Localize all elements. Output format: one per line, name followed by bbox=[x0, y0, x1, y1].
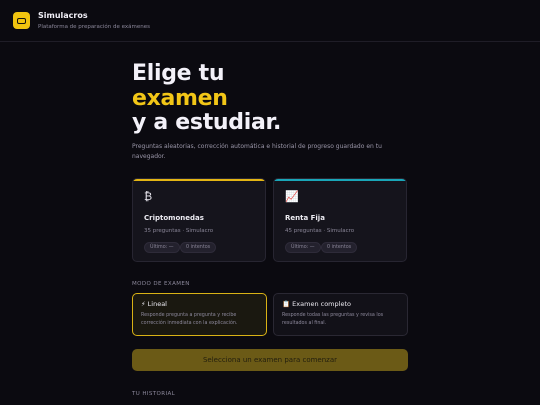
mode-option-title: 📋 Examen completo bbox=[282, 300, 351, 308]
app-subtitle: Plataforma de preparación de exámenes bbox=[38, 23, 150, 30]
app-logo-icon bbox=[13, 12, 30, 29]
exam-card-meta: 45 preguntas · Simulacro bbox=[285, 228, 355, 234]
bitcoin-icon: ₿ bbox=[144, 190, 153, 203]
exam-card-name: Renta Fija bbox=[285, 214, 325, 222]
app-title: Simulacros bbox=[38, 10, 88, 20]
mode-option-description: Responde todas las preguntas y revisa lo… bbox=[282, 313, 384, 326]
clipboard-icon: 📋 bbox=[282, 300, 291, 308]
exam-card-attempts-badge: 0 intentos bbox=[180, 242, 217, 253]
history-section-label: TU HISTORIAL bbox=[132, 391, 176, 397]
hero-line-1: Elige tu bbox=[132, 61, 225, 86]
hero-line-2: examen bbox=[132, 85, 228, 111]
app-header: Simulacros Plataforma de preparación de … bbox=[0, 0, 540, 42]
exam-card-attempts-badge: 0 intentos bbox=[321, 242, 358, 253]
exam-card-meta: 35 preguntas · Simulacro bbox=[144, 228, 214, 234]
exam-card-criptomonedas[interactable]: ₿ Criptomonedas 35 preguntas · Simulacro… bbox=[132, 178, 266, 262]
exam-card-name: Criptomonedas bbox=[144, 214, 204, 222]
mode-option-title: ⚡ Lineal bbox=[141, 300, 167, 308]
page-description: Preguntas aleatorias, corrección automát… bbox=[132, 143, 382, 160]
exam-card-accent-bar bbox=[274, 179, 406, 181]
start-exam-button[interactable]: Selecciona un examen para comenzar bbox=[132, 349, 408, 371]
exam-card-accent-bar bbox=[133, 179, 265, 181]
hero-line-3: y a estudiar. bbox=[132, 110, 282, 135]
page-title: Elige tu examen y a estudiar. bbox=[132, 61, 282, 136]
mode-option-examen-completo[interactable]: 📋 Examen completo Responde todas las pre… bbox=[273, 293, 408, 336]
mode-option-description: Responde pregunta a pregunta y recibe co… bbox=[141, 313, 238, 326]
chart-up-icon: 📈 bbox=[285, 190, 299, 203]
exam-card-renta-fija[interactable]: 📈 Renta Fija 45 preguntas · Simulacro Úl… bbox=[273, 178, 407, 262]
brand-block: Simulacros Plataforma de preparación de … bbox=[38, 11, 150, 31]
exam-card-last-badge: Último: — bbox=[144, 242, 180, 253]
lightning-icon: ⚡ bbox=[141, 300, 146, 308]
mode-section-label: MODO DE EXAMEN bbox=[132, 281, 190, 287]
mode-option-lineal[interactable]: ⚡ Lineal Responde pregunta a pregunta y … bbox=[132, 293, 267, 336]
exam-card-last-badge: Último: — bbox=[285, 242, 321, 253]
